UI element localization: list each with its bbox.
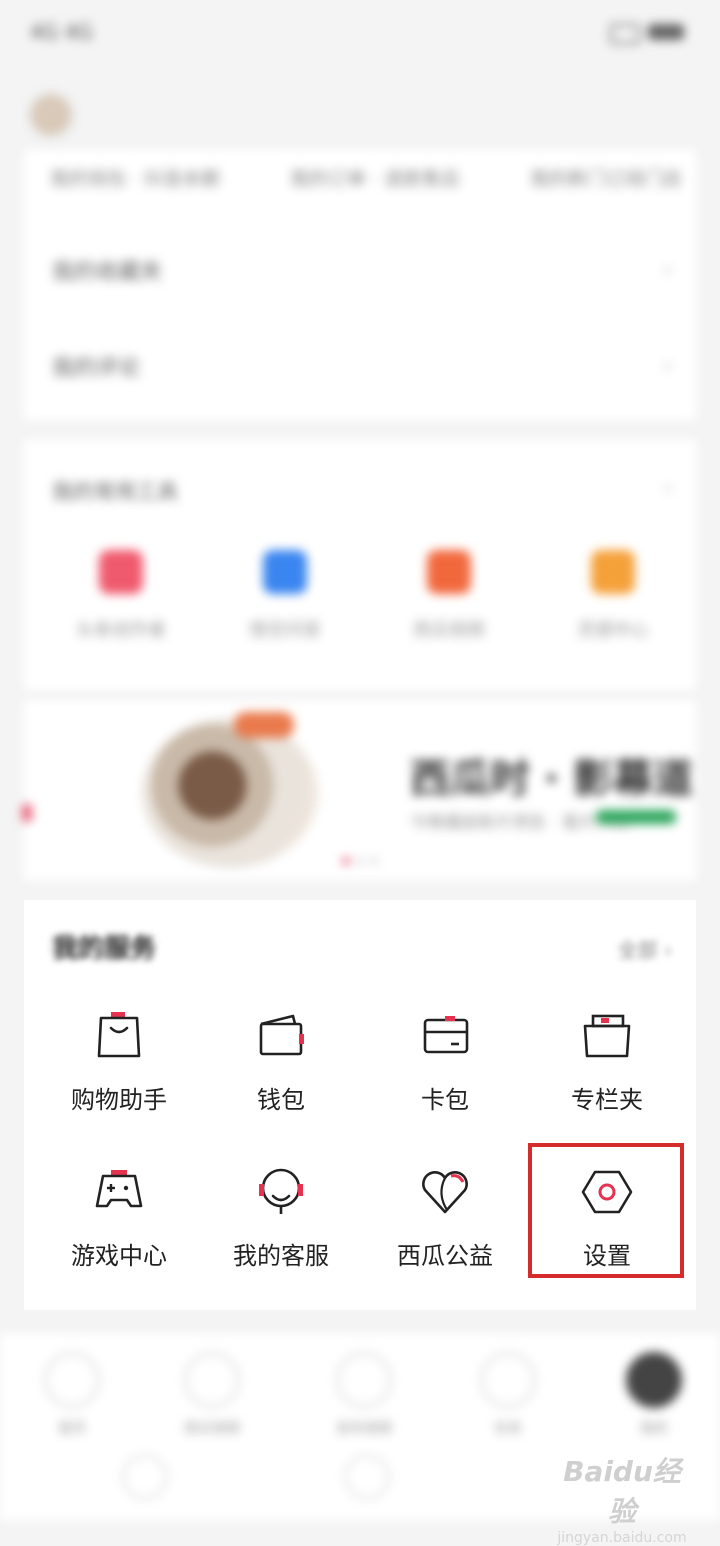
shopping-bag-icon — [97, 1012, 141, 1058]
banner-image — [142, 718, 318, 868]
tool-icon — [427, 550, 471, 594]
folder-icon — [583, 1014, 631, 1058]
top-tabs-row: 我的钱包 · 抖音余额 我的订单 · 退款售后 我的新门订阅门店 — [50, 164, 690, 194]
chevron-right-icon: › — [663, 354, 672, 379]
service-label: 卡包 — [421, 1086, 469, 1114]
nav-profile[interactable]: 我的 — [594, 1352, 714, 1438]
tool-item[interactable]: 灵感中心 — [538, 550, 688, 642]
service-game-center[interactable]: 游戏中心 — [38, 1166, 200, 1286]
home-icon — [44, 1352, 100, 1408]
tools-heading: 我的常用工具 — [52, 480, 178, 504]
chevron-right-icon: › — [663, 476, 672, 501]
nav-home[interactable]: 首页 — [12, 1352, 132, 1438]
service-label: 游戏中心 — [71, 1242, 167, 1270]
avatar[interactable] — [28, 92, 74, 138]
nav-label: 西瓜视频 — [184, 1421, 240, 1437]
profile-icon — [626, 1352, 682, 1408]
tool-item[interactable]: 悟空问答 — [210, 550, 360, 642]
services-title: 我的服务 — [52, 934, 157, 964]
heart-icon — [422, 1171, 468, 1214]
publish-icon — [336, 1352, 392, 1408]
top-tab[interactable]: 我的钱包 · 抖音余额 — [50, 164, 220, 191]
service-label: 钱包 — [257, 1086, 305, 1114]
nav-label: 发布视频 — [336, 1421, 392, 1437]
tool-item[interactable]: 西瓜视频 — [374, 550, 524, 642]
nav-label: 任务 — [494, 1421, 522, 1437]
watermark: Baidu经验 jingyan.baidu.com — [552, 1450, 692, 1546]
nav-video[interactable]: 西瓜视频 — [152, 1352, 272, 1438]
wallet-icon — [259, 1014, 304, 1056]
tool-label: 灵感中心 — [577, 620, 649, 641]
service-wallet[interactable]: 钱包 — [200, 1010, 362, 1130]
nav-publish[interactable]: 发布视频 — [304, 1352, 424, 1438]
tools-card: 我的常用工具 › 头条创作者 悟空问答 西瓜视频 灵感中心 — [24, 440, 696, 690]
tool-item[interactable]: 头条创作者 — [46, 550, 196, 642]
list-row[interactable]: 我的评论 › — [52, 350, 672, 390]
banner-decoration — [234, 712, 294, 738]
quick-links-card: 我的钱包 · 抖音余额 我的订单 · 退款售后 我的新门订阅门店 我的收藏夹 ›… — [24, 150, 696, 420]
battery-icon — [648, 24, 684, 40]
signal-icon — [610, 24, 640, 44]
headset-icon — [259, 1168, 303, 1214]
promo-banner[interactable]: 西瓜时 · 影幕道 今晚播放新片预告 · 看片入口 — [22, 700, 696, 880]
nav-tasks[interactable]: 任务 — [448, 1352, 568, 1438]
nav-label: 我的 — [640, 1421, 668, 1437]
status-bar: 4G 4G — [0, 0, 720, 70]
tool-icon — [591, 550, 635, 594]
banner-title: 西瓜时 · 影幕道 — [410, 756, 694, 802]
circle-icon — [122, 1454, 168, 1500]
watermark-url: jingyan.baidu.com — [557, 1530, 687, 1546]
tool-label: 头条创作者 — [76, 620, 166, 641]
chevron-right-icon: › — [663, 258, 672, 283]
top-tab[interactable]: 我的订单 · 退款售后 — [290, 164, 460, 191]
service-charity[interactable]: 西瓜公益 — [364, 1166, 526, 1286]
service-column-folder[interactable]: 专栏夹 — [526, 1010, 688, 1130]
top-tab[interactable]: 我的新门订阅门店 — [530, 164, 682, 191]
service-label: 专栏夹 — [571, 1086, 643, 1114]
tool-icon — [263, 550, 307, 594]
card-icon — [423, 1016, 469, 1054]
circle-icon — [344, 1454, 390, 1500]
service-card-pack[interactable]: 卡包 — [364, 1010, 526, 1130]
list-row-label: 我的评论 — [52, 356, 141, 381]
watermark-logo: Baidu经验 — [563, 1455, 681, 1528]
nav-label: 首页 — [58, 1421, 86, 1437]
services-all-link[interactable]: 全部 › — [618, 934, 672, 963]
service-label: 西瓜公益 — [397, 1242, 493, 1270]
banner-indicator — [22, 804, 32, 822]
list-row-label: 我的收藏夹 — [52, 260, 163, 285]
video-icon — [184, 1352, 240, 1408]
banner-pagination — [342, 850, 392, 865]
service-customer-support[interactable]: 我的客服 — [200, 1166, 362, 1286]
service-shopping-assistant[interactable]: 购物助手 — [38, 1010, 200, 1130]
service-label: 我的客服 — [233, 1242, 329, 1270]
tool-label: 悟空问答 — [249, 620, 321, 641]
list-row[interactable]: 我的收藏夹 › — [52, 254, 672, 294]
service-label: 购物助手 — [71, 1086, 167, 1114]
tasks-icon — [480, 1352, 536, 1408]
tool-icon — [99, 550, 143, 594]
status-network-text: 4G 4G — [30, 20, 93, 44]
banner-badge — [596, 810, 676, 824]
tool-label: 西瓜视频 — [413, 620, 485, 641]
status-icons — [610, 22, 690, 44]
gamepad-icon — [95, 1170, 143, 1208]
settings-highlight-box — [528, 1143, 684, 1278]
